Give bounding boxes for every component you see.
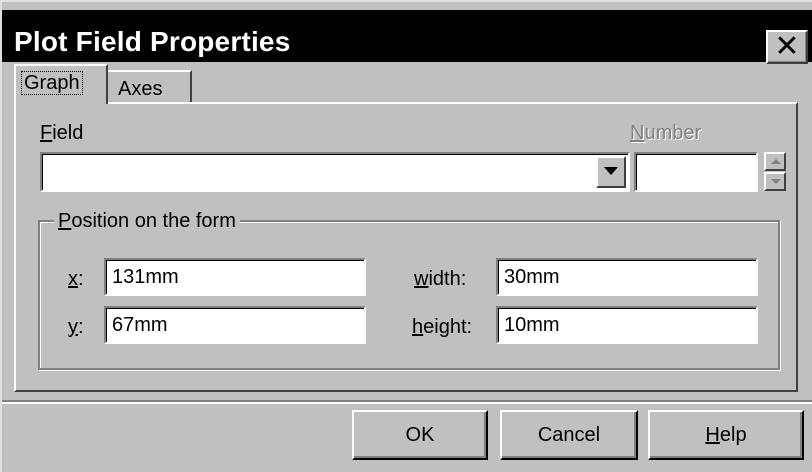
title-bar: Plot Field Properties ✕ [2, 10, 812, 64]
tab-graph[interactable]: Graph [14, 64, 108, 104]
close-icon: ✕ [774, 30, 800, 63]
help-button-mnemonic: H [705, 424, 720, 446]
help-button-rest: elp [719, 424, 747, 446]
cancel-button[interactable]: Cancel [500, 410, 638, 460]
plot-field-properties-dialog: Plot Field Properties ✕ Graph Axes Field… [0, 0, 812, 472]
button-bar-separator [2, 400, 812, 404]
tab-axes[interactable]: Axes [106, 70, 192, 102]
tab-panel [14, 102, 798, 392]
tab-axes-label: Axes [118, 78, 163, 100]
dialog-title: Plot Field Properties [14, 26, 291, 57]
ok-button[interactable]: OK [352, 410, 488, 460]
tab-graph-label: Graph [21, 71, 83, 95]
help-button[interactable]: Help [648, 410, 804, 460]
close-button[interactable]: ✕ [766, 30, 808, 64]
